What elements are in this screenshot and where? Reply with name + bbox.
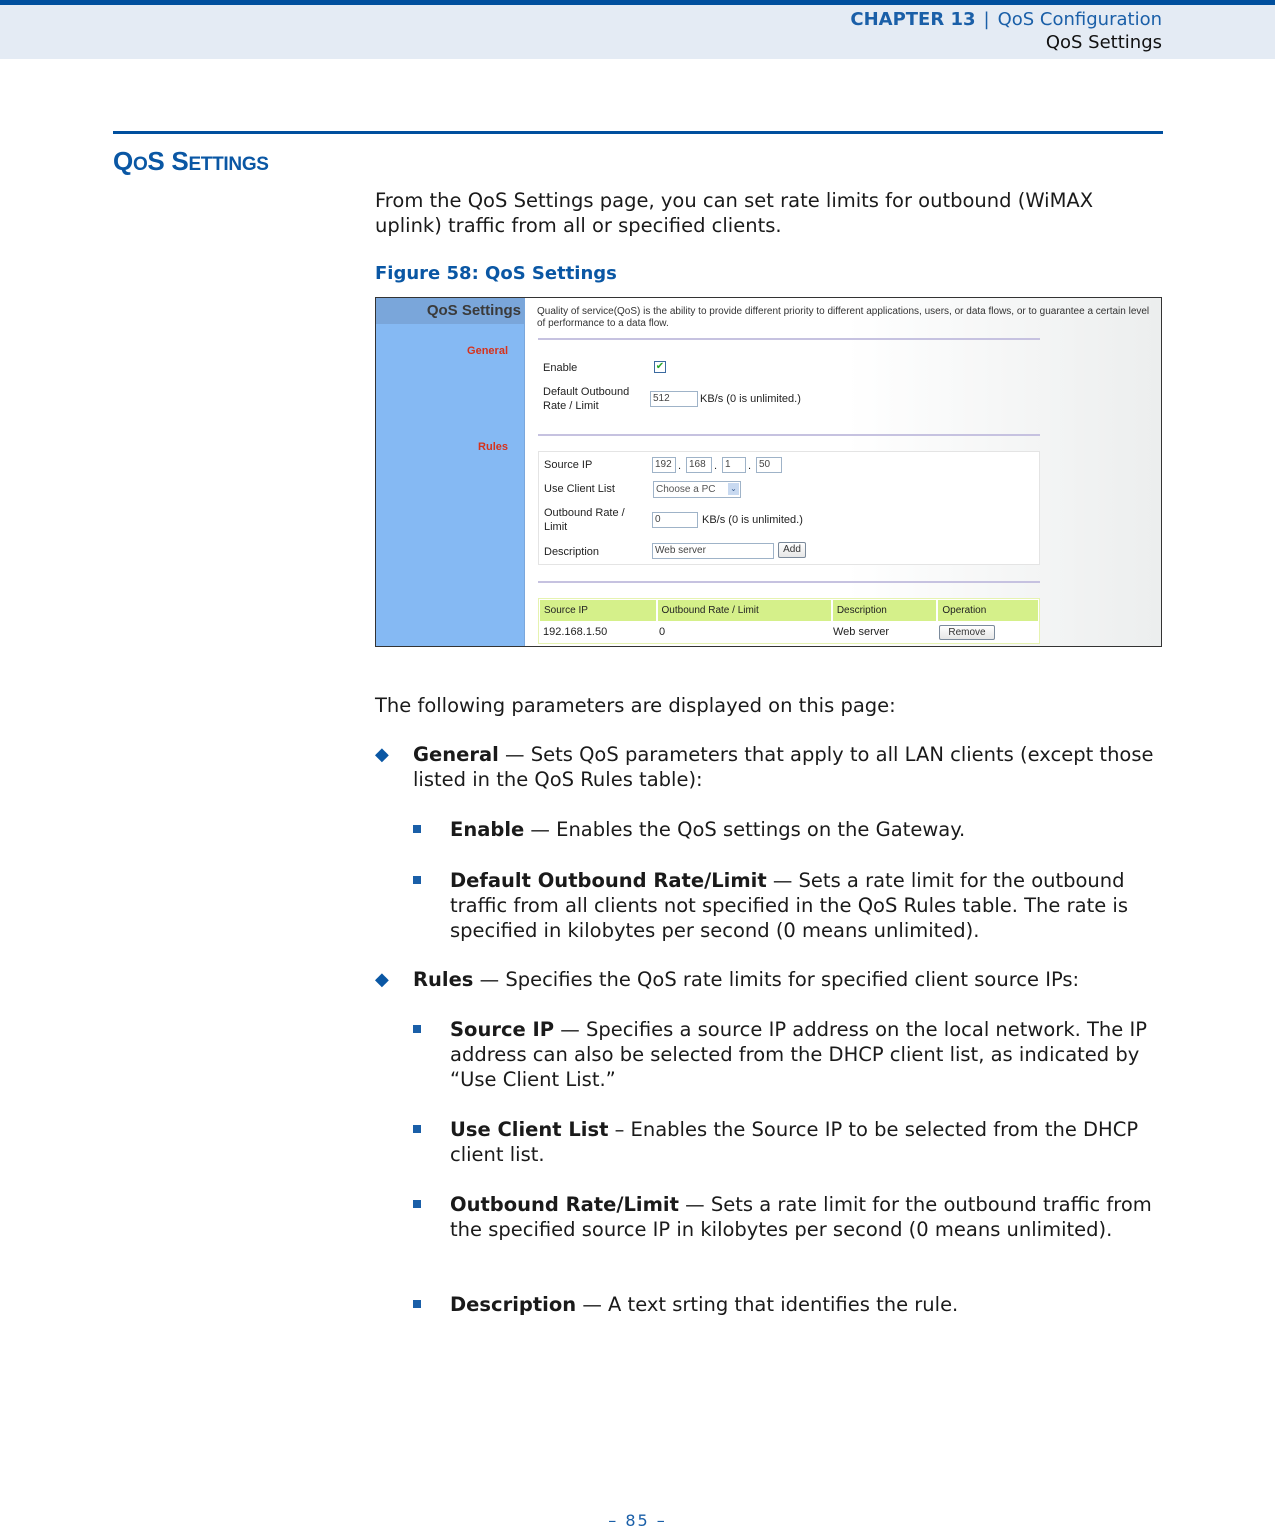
table-header: Source IP Outbound Rate / Limit Descript… (539, 599, 1039, 621)
outbound-rate-unit: KB/s (0 is unlimited.) (702, 514, 803, 526)
header-operation: Operation (938, 599, 1038, 621)
param-outbound-rate: Outbound Rate/Limit — Sets a rate limit … (413, 1192, 1165, 1242)
param-term: Outbound Rate/Limit (450, 1193, 679, 1216)
header-chapter: CHAPTER 13 | QoS Configuration (850, 9, 1162, 30)
header-description: Description (832, 599, 937, 621)
header-rate: Outbound Rate / Limit (657, 599, 831, 621)
source-ip-label: Source IP (544, 459, 593, 471)
sidebar-title: QoS Settings (376, 298, 524, 324)
param-description: Description — A text srting that identif… (413, 1292, 1165, 1317)
param-term: Description (450, 1293, 577, 1316)
section-rule (113, 131, 1163, 134)
remove-button[interactable]: Remove (939, 625, 995, 640)
cell-description: Web server (833, 626, 890, 638)
table-row: 192.168.1.50 0 Web server Remove (539, 621, 1039, 643)
figure-caption: Figure 58: QoS Settings (375, 263, 617, 284)
ip-octet-3[interactable]: 1 (722, 457, 746, 473)
square-bullet-icon (413, 825, 421, 833)
title-part: ETTINGS (188, 154, 269, 175)
enable-checkbox[interactable]: ✔ (654, 361, 666, 373)
param-general: ◆ General — Sets QoS parameters that app… (375, 742, 1165, 792)
figure-sidebar: QoS Settings General Rules (376, 298, 525, 646)
square-bullet-icon (413, 1300, 421, 1308)
param-term: Use Client List (450, 1118, 609, 1141)
param-term: Source IP (450, 1018, 555, 1041)
square-bullet-icon (413, 1025, 421, 1033)
section-title: QOS SETTINGS (113, 146, 269, 177)
title-part: S S (147, 146, 189, 176)
description-label: Description (544, 546, 600, 558)
qos-settings-figure: QoS Settings General Rules Quality of se… (375, 297, 1162, 647)
title-part: Q (113, 146, 133, 176)
default-rate-label: Default Outbound Rate / Limit (543, 385, 629, 413)
default-rate-unit: KB/s (0 is unlimited.) (700, 393, 801, 405)
param-enable: Enable — Enables the QoS settings on the… (413, 817, 1165, 842)
param-term: Enable (450, 818, 525, 841)
diamond-bullet-icon: ◆ (375, 744, 389, 765)
header-separator: | (983, 9, 990, 30)
sidebar-general: General (467, 345, 508, 357)
description-input[interactable]: Web server (652, 543, 774, 559)
ip-octet-2[interactable]: 168 (686, 457, 712, 473)
params-intro: The following parameters are displayed o… (375, 694, 896, 717)
label-line: Rate / Limit (543, 400, 599, 412)
divider (538, 434, 1040, 436)
param-use-client-list: Use Client List – Enables the Source IP … (413, 1117, 1165, 1167)
cell-source-ip: 192.168.1.50 (543, 626, 608, 638)
enable-label: Enable (543, 362, 578, 374)
ip-dot: . (748, 460, 752, 472)
header-source-ip: Source IP (540, 599, 656, 621)
param-text: — Enables the QoS settings on the Gatewa… (524, 818, 966, 841)
ip-octet-1[interactable]: 192 (652, 457, 676, 473)
param-text: — A text srting that identifies the rule… (576, 1293, 959, 1316)
diamond-bullet-icon: ◆ (375, 969, 389, 990)
chapter-label: CHAPTER 13 (850, 9, 976, 30)
ip-dot: . (678, 460, 682, 472)
param-term: Rules (413, 968, 474, 991)
param-text: — Specifies a source IP address on the l… (450, 1018, 1147, 1091)
qos-description: Quality of service(QoS) is the ability t… (537, 306, 1150, 329)
divider (538, 581, 1040, 583)
client-list-label: Use Client List (544, 483, 615, 495)
sidebar-rules: Rules (478, 441, 508, 453)
title-part: O (132, 154, 148, 175)
ip-octet-4[interactable]: 50 (756, 457, 782, 473)
param-text: — Specifies the QoS rate limits for spec… (473, 968, 1080, 991)
param-source-ip: Source IP — Specifies a source IP addres… (413, 1017, 1165, 1092)
intro-paragraph: From the QoS Settings page, you can set … (375, 189, 1094, 237)
divider (538, 338, 1040, 340)
default-rate-input[interactable]: 512 (650, 391, 698, 407)
outbound-rate-input[interactable]: 0 (652, 512, 698, 528)
square-bullet-icon (413, 876, 421, 884)
chapter-title: QoS Configuration (997, 9, 1162, 30)
param-term: Default Outbound Rate/Limit (450, 869, 767, 892)
outbound-rate-label: Outbound Rate / Limit (544, 506, 625, 534)
client-list-select[interactable]: Choose a PC ⌄ (653, 481, 741, 498)
param-rules: ◆ Rules — Specifies the QoS rate limits … (375, 967, 1165, 992)
label-line: Default Outbound (543, 386, 630, 398)
square-bullet-icon (413, 1200, 421, 1208)
cell-operation: Remove (933, 621, 1033, 643)
check-icon: ✔ (655, 361, 665, 372)
param-default-rate: Default Outbound Rate/Limit — Sets a rat… (413, 868, 1165, 943)
page-number: – 85 – (608, 1511, 667, 1530)
square-bullet-icon (413, 1125, 421, 1133)
rules-table: Source IP Outbound Rate / Limit Descript… (538, 598, 1040, 644)
param-term: General (413, 743, 499, 766)
label-line: Outbound Rate / (544, 507, 625, 519)
ip-dot: . (714, 460, 718, 472)
cell-rate: 0 (659, 626, 666, 638)
label-line: Limit (544, 521, 568, 533)
select-value: Choose a PC (656, 484, 716, 495)
chevron-down-icon: ⌄ (728, 483, 739, 495)
header-section: QoS Settings (1045, 32, 1162, 53)
add-button[interactable]: Add (778, 542, 806, 558)
param-text: — Sets QoS parameters that apply to all … (413, 743, 1154, 791)
